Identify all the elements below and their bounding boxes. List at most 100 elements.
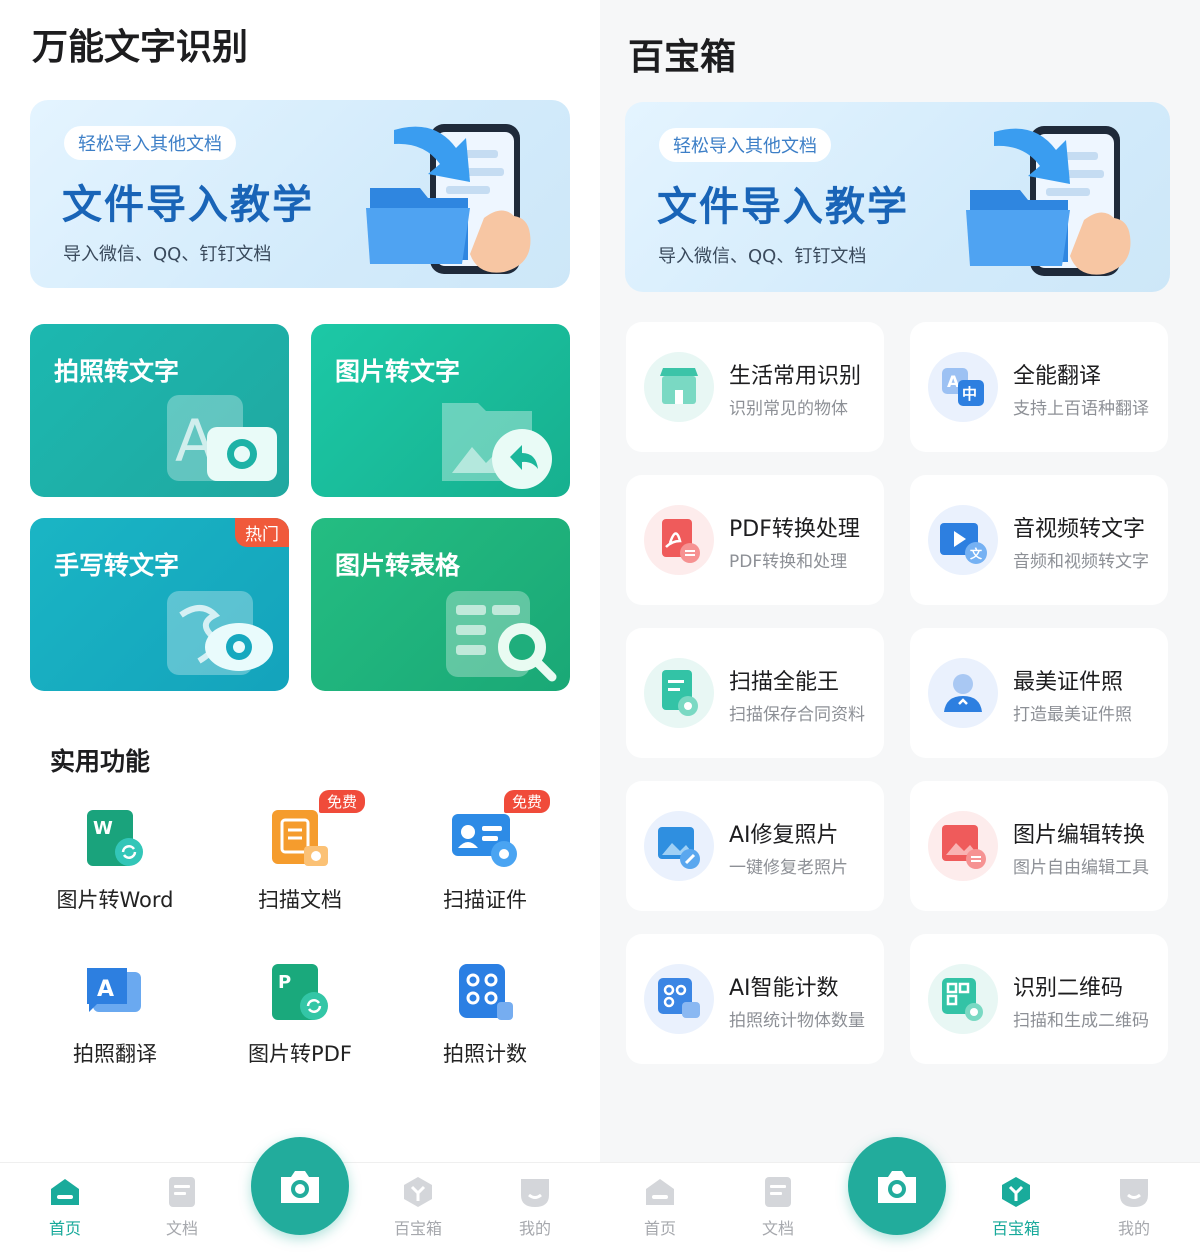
- card-title: 最美证件照: [1013, 670, 1124, 695]
- card-translate[interactable]: A 中 全能翻译 支持上百语种翻译: [910, 322, 1168, 452]
- card-id-photo[interactable]: 最美证件照 打造最美证件照: [910, 628, 1168, 758]
- util-label: 扫描证件: [443, 888, 527, 912]
- card-subtitle: 识别常见的物体: [729, 399, 848, 419]
- profile-icon: [521, 1179, 549, 1207]
- card-pdf[interactable]: PDF转换处理 PDF转换和处理: [626, 475, 884, 605]
- card-title: 音视频转文字: [1013, 517, 1146, 542]
- handwriting-eye-icon: [167, 591, 273, 675]
- nav-profile[interactable]: 我的: [1094, 1175, 1174, 1239]
- free-badge: 免费: [319, 790, 366, 813]
- util-label: 图片转PDF: [248, 1042, 352, 1066]
- toolbox-icon: [404, 1177, 432, 1207]
- card-image-edit[interactable]: 图片编辑转换 图片自由编辑工具: [910, 781, 1168, 911]
- card-title: AI智能计数: [729, 976, 839, 1001]
- card-ai-count[interactable]: AI智能计数 拍照统计物体数量: [626, 934, 884, 1064]
- util-image-to-word[interactable]: W 图片转Word: [30, 808, 200, 948]
- camera-button[interactable]: [251, 1137, 349, 1235]
- nav-label: 文档: [761, 1219, 794, 1238]
- home-icon: [646, 1179, 674, 1205]
- camera-icon: [281, 1171, 319, 1203]
- nav-documents[interactable]: 文档: [738, 1175, 818, 1239]
- tile-label: 图片转文字: [335, 357, 461, 386]
- import-tutorial-banner[interactable]: 轻松导入其他文档 文件导入教学 导入微信、QQ、钉钉文档: [30, 100, 570, 288]
- util-scan-document[interactable]: 免费 扫描文档: [215, 790, 385, 948]
- card-title: 全能翻译: [1013, 364, 1102, 389]
- scan-file-icon: [644, 658, 714, 728]
- nav-label: 百宝箱: [991, 1219, 1040, 1238]
- tile-label: 拍照转文字: [54, 357, 180, 386]
- banner-subtitle: 导入微信、QQ、钉钉文档: [63, 244, 272, 265]
- tile-image-to-table[interactable]: 图片转表格: [311, 518, 570, 691]
- profile-icon: [1120, 1179, 1148, 1207]
- card-qr-code[interactable]: 识别二维码 扫描和生成二维码: [910, 934, 1168, 1064]
- bottom-nav: 首页 文档 百宝箱 我的: [0, 1137, 600, 1257]
- store-icon: [644, 352, 714, 422]
- banner-tag: 轻松导入其他文档: [659, 128, 831, 162]
- nav-profile[interactable]: 我的: [495, 1175, 575, 1239]
- nav-home[interactable]: 首页: [620, 1175, 700, 1239]
- camera-button[interactable]: [848, 1137, 946, 1235]
- import-tutorial-banner[interactable]: 轻松导入其他文档 文件导入教学 导入微信、QQ、钉钉文档: [625, 102, 1170, 292]
- phone-import-illustration-icon: [366, 124, 531, 274]
- photo-count-icon: [459, 964, 513, 1020]
- svg-text:中: 中: [962, 385, 977, 403]
- page-title: 百宝箱: [628, 37, 737, 78]
- util-photo-translate[interactable]: A 拍照翻译: [30, 962, 200, 1102]
- util-label: 拍照计数: [443, 1042, 527, 1066]
- tile-image-to-text[interactable]: 图片转文字: [311, 324, 570, 497]
- card-title: AI修复照片: [729, 823, 839, 848]
- pdf-convert-icon: P: [272, 964, 328, 1020]
- card-subtitle: 扫描和生成二维码: [1013, 1011, 1149, 1031]
- banner-tag: 轻松导入其他文档: [64, 126, 236, 160]
- card-title: PDF转换处理: [729, 517, 860, 542]
- word-convert-icon: W: [87, 810, 143, 866]
- util-photo-count[interactable]: 拍照计数: [400, 962, 570, 1102]
- id-photo-icon: [928, 658, 998, 728]
- page-title: 万能文字识别: [32, 27, 249, 68]
- util-label: 扫描文档: [258, 888, 342, 912]
- image-edit-icon: [928, 811, 998, 881]
- image-text-icon: [442, 403, 552, 489]
- scan-document-icon: [272, 810, 328, 866]
- card-title: 识别二维码: [1013, 976, 1124, 1001]
- card-subtitle: 一键修复老照片: [729, 858, 848, 878]
- card-photo-repair[interactable]: AI修复照片 一键修复老照片: [626, 781, 884, 911]
- nav-label: 我的: [1117, 1219, 1150, 1238]
- camera-icon: [878, 1171, 916, 1203]
- nav-toolbox[interactable]: 百宝箱: [976, 1175, 1056, 1239]
- section-title: 实用功能: [50, 747, 151, 776]
- hot-badge: 热门: [235, 518, 289, 547]
- nav-home[interactable]: 首页: [25, 1175, 105, 1239]
- document-icon: [169, 1177, 195, 1207]
- card-title: 扫描全能王: [729, 670, 840, 695]
- banner-headline: 文件导入教学: [657, 184, 909, 230]
- table-search-icon: [446, 591, 557, 682]
- scan-id-card-icon: [452, 814, 517, 867]
- util-scan-id[interactable]: 免费 扫描证件: [400, 790, 570, 948]
- toolbox-screen: 百宝箱 轻松导入其他文档 文件导入教学 导入微信、QQ、钉钉文档 生活常用识别 …: [600, 0, 1200, 1257]
- tile-handwriting-to-text[interactable]: 手写转文字 热门: [30, 518, 289, 691]
- card-subtitle: 图片自由编辑工具: [1013, 858, 1149, 878]
- pdf-icon: [644, 505, 714, 575]
- document-icon: [765, 1177, 791, 1207]
- card-video-to-text[interactable]: 文 音视频转文字 音频和视频转文字: [910, 475, 1168, 605]
- card-life-recognition[interactable]: 生活常用识别 识别常见的物体: [626, 322, 884, 452]
- svg-text:W: W: [93, 818, 113, 839]
- translate-icon: A 中: [928, 352, 998, 422]
- card-subtitle: 音频和视频转文字: [1013, 552, 1149, 572]
- banner-subtitle: 导入微信、QQ、钉钉文档: [658, 246, 867, 267]
- svg-text:A: A: [97, 977, 114, 1002]
- tile-photo-to-text[interactable]: 拍照转文字 A: [30, 324, 289, 497]
- ai-count-icon: [644, 964, 714, 1034]
- nav-documents[interactable]: 文档: [142, 1175, 222, 1239]
- tile-label: 手写转文字: [54, 551, 180, 580]
- card-scanner[interactable]: 扫描全能王 扫描保存合同资料: [626, 628, 884, 758]
- svg-text:文: 文: [970, 546, 983, 561]
- card-subtitle: 拍照统计物体数量: [729, 1011, 865, 1031]
- nav-label: 首页: [643, 1219, 676, 1238]
- bottom-nav: 首页 文档 百宝箱 我的: [600, 1137, 1200, 1257]
- nav-label: 文档: [165, 1219, 198, 1238]
- util-image-to-pdf[interactable]: P 图片转PDF: [215, 962, 385, 1102]
- util-label: 拍照翻译: [73, 1042, 157, 1066]
- nav-toolbox[interactable]: 百宝箱: [378, 1175, 458, 1239]
